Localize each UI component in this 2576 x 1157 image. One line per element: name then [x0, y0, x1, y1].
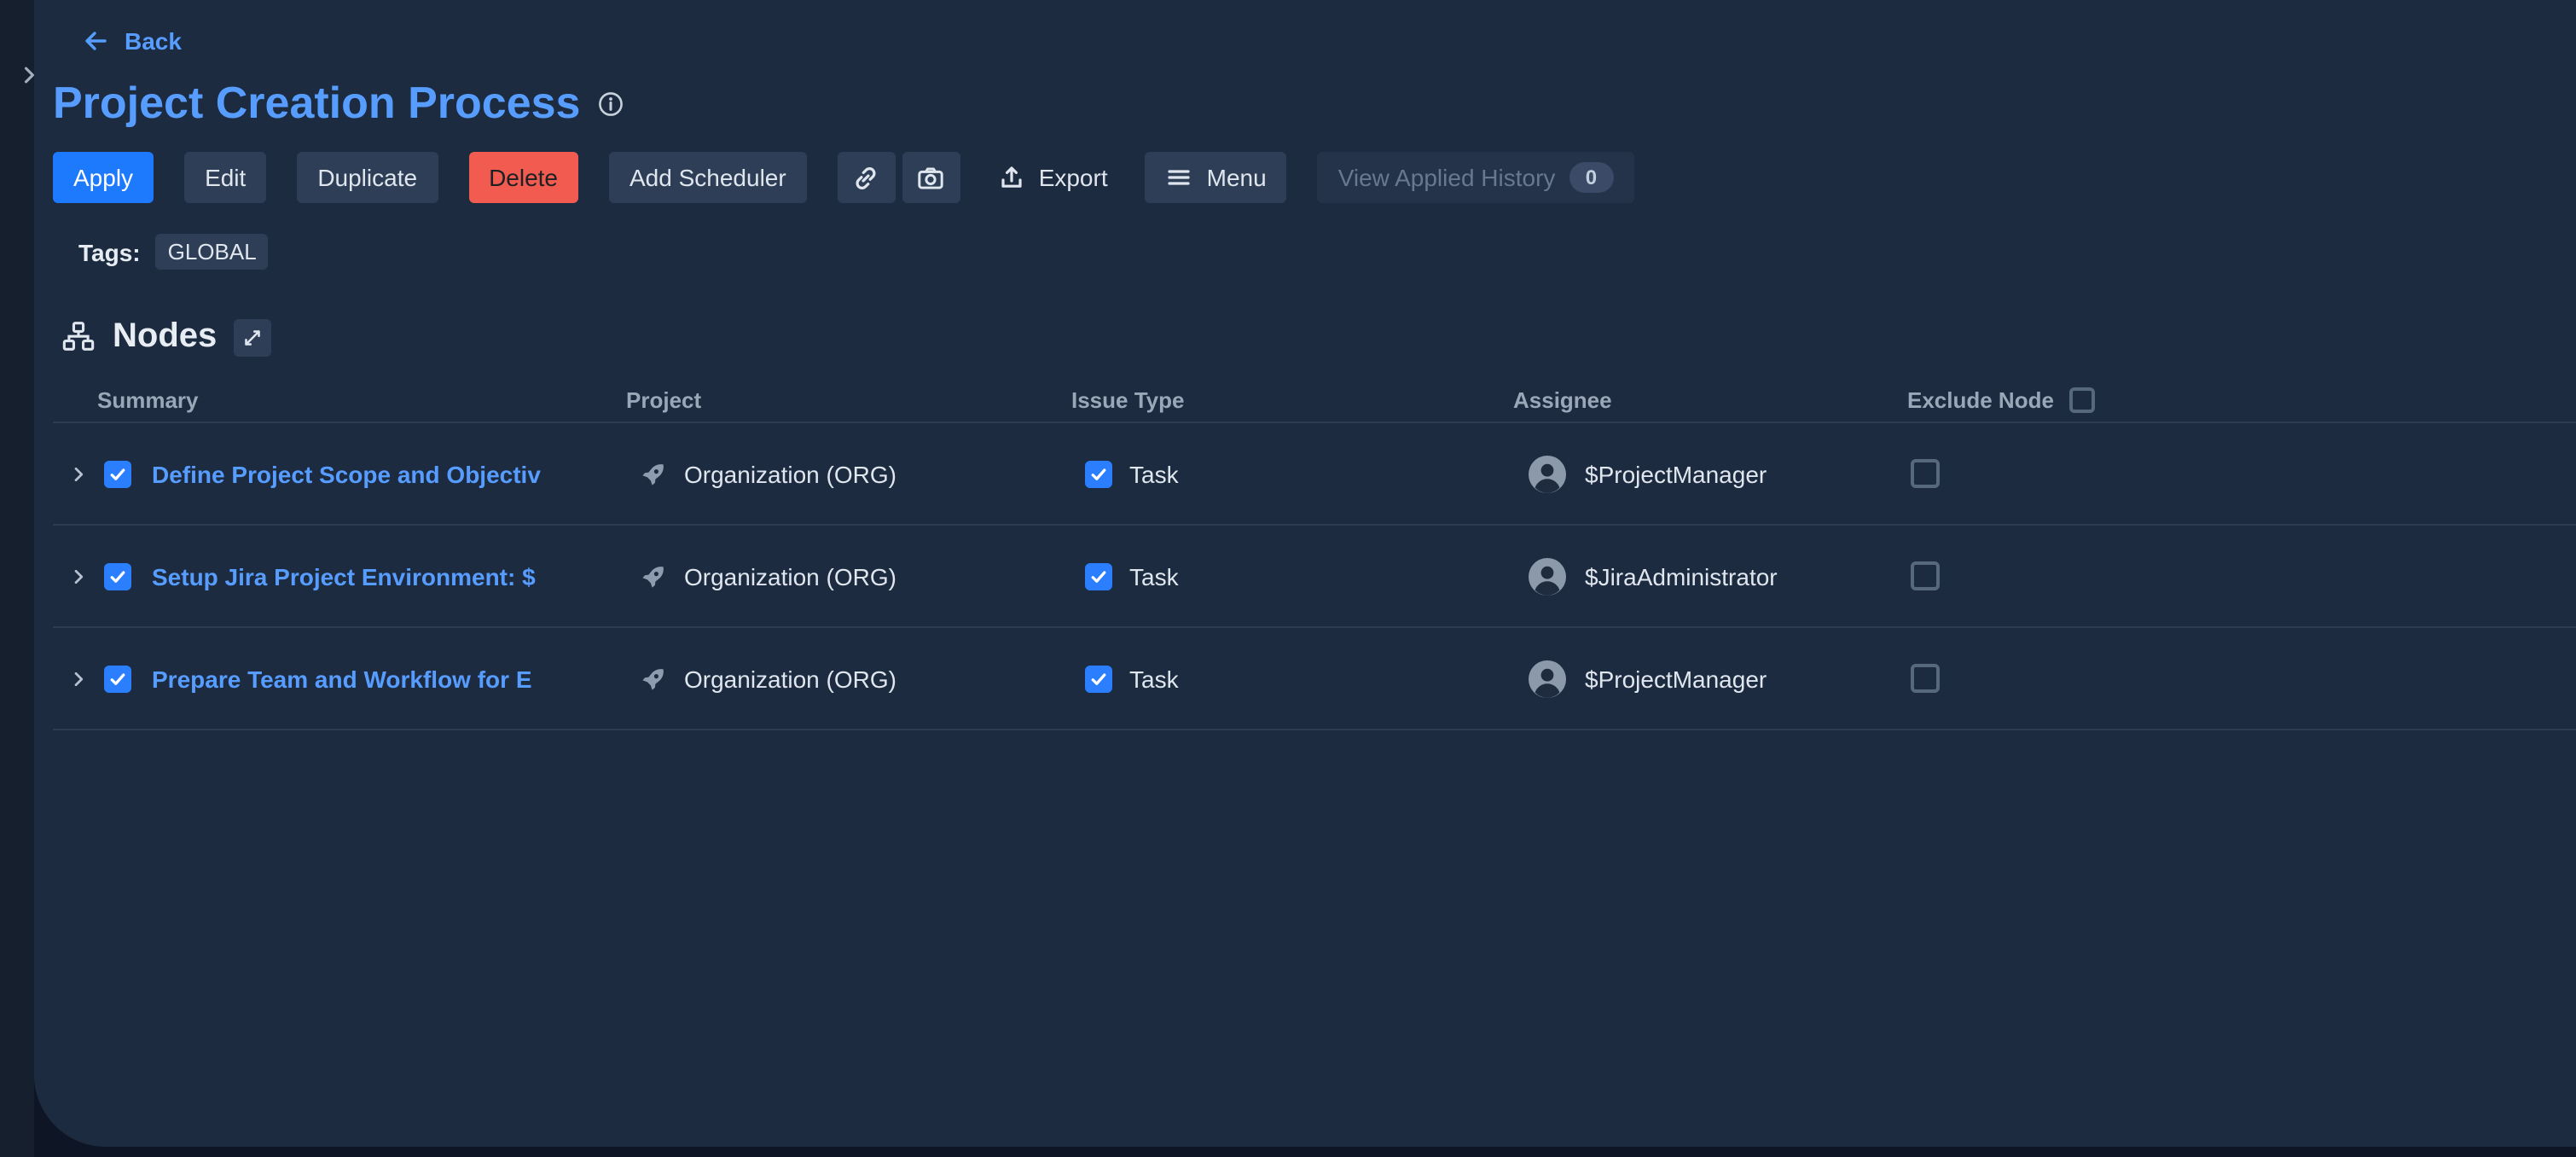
nodes-table-header: Summary Project Issue Type Assignee Excl…: [53, 377, 2576, 423]
back-link[interactable]: Back: [82, 24, 182, 58]
col-header-project: Project: [616, 387, 1061, 412]
page-title: Project Creation Process: [53, 77, 580, 128]
applied-history-count-badge: 0: [1569, 162, 1613, 193]
avatar-icon: [1527, 555, 1568, 596]
back-arrow-icon: [82, 27, 109, 55]
row-select-checkbox[interactable]: [104, 665, 131, 692]
table-row: Setup Jira Project Environment: $ Organi…: [53, 526, 2576, 628]
issue-type-name: Task: [1129, 665, 1179, 692]
summary-link[interactable]: Setup Jira Project Environment: $: [152, 562, 616, 590]
hamburger-menu-icon: [1166, 164, 1193, 191]
tags-row: Tags: GLOBAL: [78, 234, 2576, 270]
summary-link[interactable]: Define Project Scope and Objectiv: [152, 460, 616, 487]
rocket-icon: [640, 460, 667, 487]
back-label: Back: [125, 27, 182, 55]
nodes-title: Nodes: [113, 317, 217, 357]
view-applied-history-button[interactable]: View Applied History 0: [1318, 152, 1634, 203]
nodes-expand-button[interactable]: [234, 318, 271, 356]
avatar-icon: [1527, 658, 1568, 699]
issue-type-name: Task: [1129, 460, 1179, 487]
add-scheduler-button[interactable]: Add Scheduler: [609, 152, 807, 203]
nodes-table: Summary Project Issue Type Assignee Excl…: [53, 377, 2576, 730]
export-label: Export: [1039, 164, 1108, 191]
exclude-node-checkbox[interactable]: [1911, 459, 1940, 488]
col-header-assignee: Assignee: [1503, 387, 1899, 412]
duplicate-button[interactable]: Duplicate: [297, 152, 438, 203]
exclude-node-checkbox[interactable]: [1911, 664, 1940, 693]
project-name: Organization (ORG): [684, 665, 896, 692]
apply-button[interactable]: Apply: [53, 152, 154, 203]
project-name: Organization (ORG): [684, 562, 896, 590]
edit-button[interactable]: Edit: [184, 152, 266, 203]
delete-button[interactable]: Delete: [468, 152, 578, 203]
nodes-section-header: Nodes: [61, 317, 2576, 357]
info-icon[interactable]: [597, 90, 624, 118]
menu-label: Menu: [1207, 164, 1267, 191]
main-panel: Back Project Creation Process Apply Edit…: [34, 0, 2576, 1147]
exclude-all-checkbox[interactable]: [2069, 387, 2095, 412]
link-icon: [852, 163, 881, 192]
export-icon: [998, 164, 1025, 191]
row-expand-chevron-icon[interactable]: [68, 668, 89, 689]
row-select-checkbox[interactable]: [104, 460, 131, 487]
chevron-right-icon: [17, 63, 41, 87]
avatar-icon: [1527, 453, 1568, 494]
row-expand-chevron-icon[interactable]: [68, 463, 89, 484]
assignee-name: $ProjectManager: [1585, 665, 1767, 692]
view-applied-history-label: View Applied History: [1338, 164, 1556, 191]
rocket-icon: [640, 562, 667, 590]
task-issue-type-icon: [1085, 562, 1112, 590]
screenshot-button[interactable]: [902, 152, 960, 203]
toolbar: Apply Edit Duplicate Delete Add Schedule…: [53, 152, 2576, 203]
row-select-checkbox[interactable]: [104, 562, 131, 590]
row-expand-chevron-icon[interactable]: [68, 566, 89, 586]
rocket-icon: [640, 665, 667, 692]
menu-button[interactable]: Menu: [1146, 152, 1287, 203]
sidebar-expand-toggle[interactable]: [15, 61, 43, 89]
assignee-name: $ProjectManager: [1585, 460, 1767, 487]
task-issue-type-icon: [1085, 460, 1112, 487]
tag-chip-global: GLOBAL: [156, 234, 269, 270]
task-issue-type-icon: [1085, 665, 1112, 692]
table-row: Prepare Team and Workflow for E Organiza…: [53, 628, 2576, 730]
export-button[interactable]: Export: [991, 152, 1115, 203]
project-name: Organization (ORG): [684, 460, 896, 487]
tags-label: Tags:: [78, 238, 141, 265]
copy-link-button[interactable]: [838, 152, 896, 203]
app-root: Back Project Creation Process Apply Edit…: [0, 0, 2576, 1157]
col-header-issue-type: Issue Type: [1061, 387, 1503, 412]
sitemap-icon: [61, 320, 96, 354]
col-header-summary: Summary: [53, 387, 616, 412]
summary-link[interactable]: Prepare Team and Workflow for E: [152, 665, 616, 692]
expand-icon: [242, 327, 263, 347]
exclude-node-checkbox[interactable]: [1911, 561, 1940, 590]
assignee-name: $JiraAdministrator: [1585, 562, 1778, 590]
issue-type-name: Task: [1129, 562, 1179, 590]
collapsed-sidebar-rail: [0, 0, 34, 1157]
col-header-exclude-node: Exclude Node: [1907, 387, 2054, 412]
table-row: Define Project Scope and Objectiv Organi…: [53, 423, 2576, 526]
camera-icon: [917, 163, 946, 192]
